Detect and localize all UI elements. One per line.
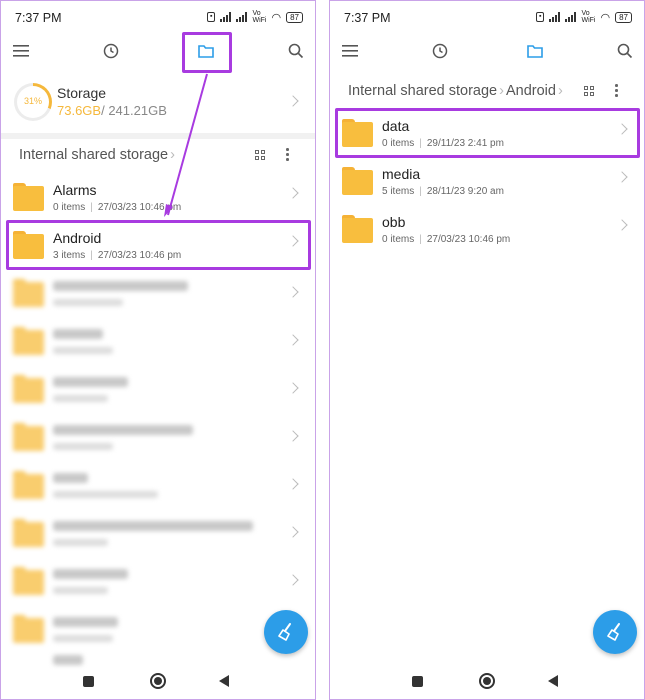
chevron-right-icon: › [170, 147, 175, 163]
android-row-highlight [6, 220, 311, 270]
blurred-row [1, 317, 315, 365]
blurred-row [1, 461, 315, 509]
folder-row-obb[interactable]: obb 0 items | 27/03/23 10:46 pm [330, 205, 644, 253]
folder-row-media[interactable]: media 5 items | 28/11/23 9:20 am [330, 157, 644, 205]
breadcrumb[interactable]: Internal shared storage › [19, 147, 177, 163]
folder-items: 5 items [382, 186, 415, 197]
toolbar [330, 35, 644, 67]
grid-view-icon[interactable] [255, 150, 265, 160]
left-screen: 7:37 PM ▪ Vo WiFi ◠ 87 31% Storage 73.6G… [0, 0, 316, 700]
storage-card[interactable]: 31% Storage 73.6GB/ 241.21GB [1, 73, 315, 133]
search-icon[interactable] [613, 39, 637, 63]
folder-date: 28/11/23 9:20 am [426, 186, 504, 197]
clock-icon[interactable] [428, 39, 452, 63]
status-time: 7:37 PM [15, 11, 62, 25]
folder-tab-highlight [182, 32, 232, 73]
data-row-highlight [335, 108, 640, 158]
chevron-right-icon [616, 219, 628, 231]
folder-meta: 0 items | 27/03/23 10:46 pm [53, 202, 182, 213]
chevron-right-icon [287, 187, 299, 199]
storage-used: 73.6GB [57, 103, 102, 118]
blurred-row [1, 653, 315, 667]
signal-icon-2 [565, 12, 577, 22]
folder-date: 27/03/23 10:46 pm [426, 234, 511, 245]
storage-percent: 31% [23, 96, 42, 106]
folder-icon[interactable] [523, 39, 547, 63]
folder-name: media [382, 166, 421, 182]
chevron-right-icon [287, 95, 299, 107]
folder-icon [342, 167, 373, 195]
chevron-right-icon [616, 171, 628, 183]
status-time: 7:37 PM [344, 11, 391, 25]
status-icons: ▪ Vo WiFi ◠ 87 [207, 10, 303, 24]
back-button[interactable] [219, 675, 229, 687]
recents-button[interactable] [412, 676, 423, 687]
wifi-icon: ◠ [271, 11, 282, 24]
nav-bar [330, 666, 644, 696]
status-bar: 7:37 PM ▪ Vo WiFi ◠ 87 [1, 1, 315, 33]
vowifi-icon: Vo WiFi [252, 10, 267, 24]
wifi-icon: ◠ [600, 11, 611, 24]
breadcrumb-root[interactable]: Internal shared storage [19, 147, 168, 163]
folder-row-alarms[interactable]: Alarms 0 items | 27/03/23 10:46 pm [1, 173, 315, 221]
notification-icon: ▪ [207, 12, 216, 22]
storage-total: / 241.21GB [101, 103, 167, 118]
nav-bar [1, 666, 315, 696]
folder-icon [342, 215, 373, 243]
signal-icon-2 [236, 12, 248, 22]
clean-button[interactable] [593, 610, 637, 654]
divider [1, 133, 315, 139]
breadcrumb-root[interactable]: Internal shared storage [348, 83, 497, 99]
blurred-row [1, 509, 315, 557]
folder-date: 27/03/23 10:46 pm [97, 202, 182, 213]
folder-icon [13, 183, 44, 211]
storage-label: Storage [57, 85, 107, 101]
chevron-right-icon: › [499, 83, 504, 99]
breadcrumb[interactable]: Internal shared storage › Android › [348, 83, 565, 99]
search-icon[interactable] [284, 39, 308, 63]
battery-icon: 87 [615, 11, 632, 23]
folder-meta: 0 items | 27/03/23 10:46 pm [382, 234, 511, 245]
menu-icon[interactable] [338, 39, 362, 63]
clock-icon[interactable] [99, 39, 123, 63]
broom-icon [278, 623, 291, 641]
battery-icon: 87 [286, 11, 303, 23]
folder-items: 0 items [53, 202, 86, 213]
signal-icon [549, 12, 561, 22]
notification-icon: ▪ [536, 12, 545, 22]
toolbar [1, 35, 315, 67]
recents-button[interactable] [83, 676, 94, 687]
blurred-row [1, 557, 315, 605]
broom-icon [607, 623, 620, 641]
vowifi-icon: Vo WiFi [581, 10, 596, 24]
storage-usage: 73.6GB/ 241.21GB [57, 103, 167, 118]
folder-meta: 5 items | 28/11/23 9:20 am [382, 186, 504, 197]
blurred-row [1, 365, 315, 413]
more-options-icon[interactable] [614, 84, 618, 98]
status-bar: 7:37 PM ▪ Vo WiFi ◠ 87 [330, 1, 644, 33]
home-button[interactable] [479, 673, 495, 689]
grid-view-icon[interactable] [584, 86, 594, 96]
more-options-icon[interactable] [285, 148, 289, 162]
storage-ring: 31% [14, 83, 52, 121]
home-button[interactable] [150, 673, 166, 689]
clean-button[interactable] [264, 610, 308, 654]
breadcrumb-current[interactable]: Android [506, 83, 556, 99]
blurred-row [1, 269, 315, 317]
menu-icon[interactable] [9, 39, 33, 63]
folder-name: obb [382, 214, 406, 230]
status-icons: ▪ Vo WiFi ◠ 87 [536, 10, 632, 24]
blurred-row [1, 413, 315, 461]
back-button[interactable] [548, 675, 558, 687]
signal-icon [220, 12, 232, 22]
folder-items: 0 items [382, 234, 415, 245]
chevron-right-icon: › [557, 83, 563, 99]
folder-name: Alarms [53, 182, 97, 198]
right-screen: 7:37 PM ▪ Vo WiFi ◠ 87 Internal shared s… [329, 0, 645, 700]
